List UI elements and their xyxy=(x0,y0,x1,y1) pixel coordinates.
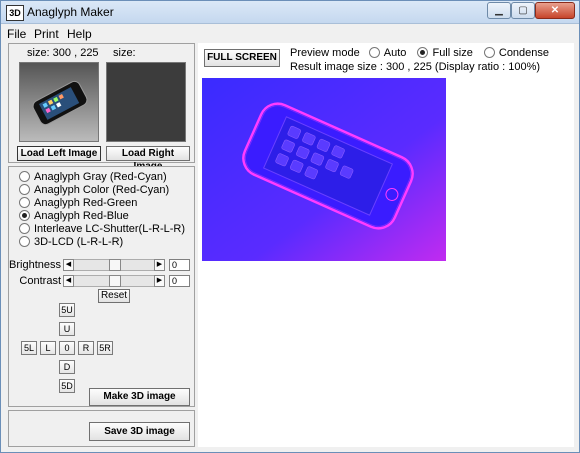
preview-mode-option-label: Auto xyxy=(383,47,407,59)
title-bar: 3D Anaglyph Maker ▁ ▢ ✕ xyxy=(1,1,579,24)
mode-option-label: Anaglyph Gray (Red-Cyan) xyxy=(34,171,167,183)
slider-left-arrow-icon[interactable]: ◀ xyxy=(63,275,74,287)
menu-file[interactable]: File xyxy=(7,27,26,41)
menu-print[interactable]: Print xyxy=(34,27,59,41)
load-left-image-button[interactable]: Load Left Image xyxy=(17,146,101,161)
slider-left-arrow-icon[interactable]: ◀ xyxy=(63,259,74,271)
shift-up-5-button[interactable]: 5U xyxy=(59,303,75,317)
preview-mode-condense[interactable]: Condense xyxy=(483,46,550,59)
preview-mode-option-label: Condense xyxy=(498,47,550,59)
window-title: Anaglyph Maker xyxy=(27,5,114,19)
slider-right-arrow-icon[interactable]: ▶ xyxy=(154,275,165,287)
mode-option-3d-lcd[interactable]: 3D-LCD (L-R-L-R) xyxy=(19,235,124,248)
save-3d-image-button[interactable]: Save 3D image xyxy=(89,422,190,441)
menu-help[interactable]: Help xyxy=(67,27,92,41)
app-window: 3D Anaglyph Maker ▁ ▢ ✕ File Print Help … xyxy=(0,0,580,453)
slider-right-arrow-icon[interactable]: ▶ xyxy=(154,259,165,271)
result-image-size-label: Result image size : 300 , 225 (Display r… xyxy=(290,61,541,73)
brightness-label: Brightness xyxy=(9,259,61,271)
anaglyph-preview-image xyxy=(202,78,446,261)
make-3d-image-button[interactable]: Make 3D image xyxy=(89,388,190,406)
radio-icon xyxy=(19,183,30,195)
brightness-slider[interactable]: ◀ ▶ xyxy=(63,259,165,271)
right-image-size-label: size: xyxy=(113,47,136,59)
mode-option-label: Anaglyph Color (Red-Cyan) xyxy=(34,184,170,196)
preview-mode-label: Preview mode xyxy=(290,47,360,59)
preview-mode-row: Preview mode Auto Full size Condense xyxy=(290,46,550,59)
mode-option-label: 3D-LCD (L-R-L-R) xyxy=(34,236,124,248)
mode-option-color-red-cyan[interactable]: Anaglyph Color (Red-Cyan) xyxy=(19,183,170,196)
close-button[interactable]: ✕ xyxy=(535,2,575,19)
preview-mode-option-label: Full size xyxy=(432,47,473,59)
load-right-image-button[interactable]: Load Right Image xyxy=(106,146,190,172)
mode-option-interleave[interactable]: Interleave LC-Shutter(L-R-L-R) xyxy=(19,222,185,235)
mode-option-red-green[interactable]: Anaglyph Red-Green xyxy=(19,196,138,209)
source-images-group: size: 300 , 225 size: Load Left Image Lo… xyxy=(8,43,195,172)
contrast-slider[interactable]: ◀ ▶ xyxy=(63,275,165,287)
maximize-button[interactable]: ▢ xyxy=(511,2,535,19)
reset-button[interactable]: Reset xyxy=(98,289,130,303)
shift-left-5-button[interactable]: 5L xyxy=(21,341,37,355)
save-group: Save 3D image xyxy=(8,410,195,447)
preview-mode-full-size[interactable]: Full size xyxy=(417,46,473,59)
radio-checked-icon xyxy=(417,46,429,58)
app-icon: 3D xyxy=(6,5,24,21)
shift-right-button[interactable]: R xyxy=(78,341,94,355)
right-image-thumbnail[interactable] xyxy=(106,62,186,142)
radio-icon xyxy=(19,235,30,247)
radio-icon xyxy=(19,196,30,208)
contrast-label: Contrast xyxy=(19,275,61,287)
left-image-size-label: size: 300 , 225 xyxy=(27,47,99,59)
preview-mode-auto[interactable]: Auto xyxy=(368,46,407,59)
slider-thumb[interactable] xyxy=(109,275,121,287)
menu-bar: File Print Help xyxy=(1,24,579,42)
shift-down-5-button[interactable]: 5D xyxy=(59,379,75,393)
left-image-thumbnail[interactable] xyxy=(19,62,99,142)
brightness-value-field[interactable]: 0 xyxy=(169,259,190,271)
mode-option-label: Anaglyph Red-Green xyxy=(34,197,138,209)
phone-thumbnail-icon xyxy=(20,63,98,141)
minimize-button[interactable]: ▁ xyxy=(487,2,511,19)
mode-option-label: Interleave LC-Shutter(L-R-L-R) xyxy=(34,223,185,235)
left-panel: size: 300 , 225 size: Load Left Image Lo… xyxy=(8,43,195,447)
radio-checked-icon xyxy=(19,209,30,221)
radio-icon xyxy=(19,222,30,234)
anaglyph-phone-image xyxy=(202,78,446,261)
radio-icon xyxy=(483,46,495,58)
shift-up-button[interactable]: U xyxy=(59,322,75,336)
full-screen-button[interactable]: FULL SCREEN xyxy=(204,49,280,67)
mode-option-gray-red-cyan[interactable]: Anaglyph Gray (Red-Cyan) xyxy=(19,170,167,183)
shift-left-button[interactable]: L xyxy=(40,341,56,355)
shift-right-5-button[interactable]: 5R xyxy=(97,341,113,355)
radio-icon xyxy=(19,170,30,182)
shift-down-button[interactable]: D xyxy=(59,360,75,374)
shift-reset-button[interactable]: 0 xyxy=(59,341,75,355)
mode-group: Anaglyph Gray (Red-Cyan) Anaglyph Color … xyxy=(8,166,195,407)
contrast-value-field[interactable]: 0 xyxy=(169,275,190,287)
preview-area: FULL SCREEN Preview mode Auto Full size … xyxy=(198,43,574,447)
mode-option-red-blue[interactable]: Anaglyph Red-Blue xyxy=(19,209,129,222)
slider-thumb[interactable] xyxy=(109,259,121,271)
radio-icon xyxy=(368,46,380,58)
mode-option-label: Anaglyph Red-Blue xyxy=(34,210,129,222)
